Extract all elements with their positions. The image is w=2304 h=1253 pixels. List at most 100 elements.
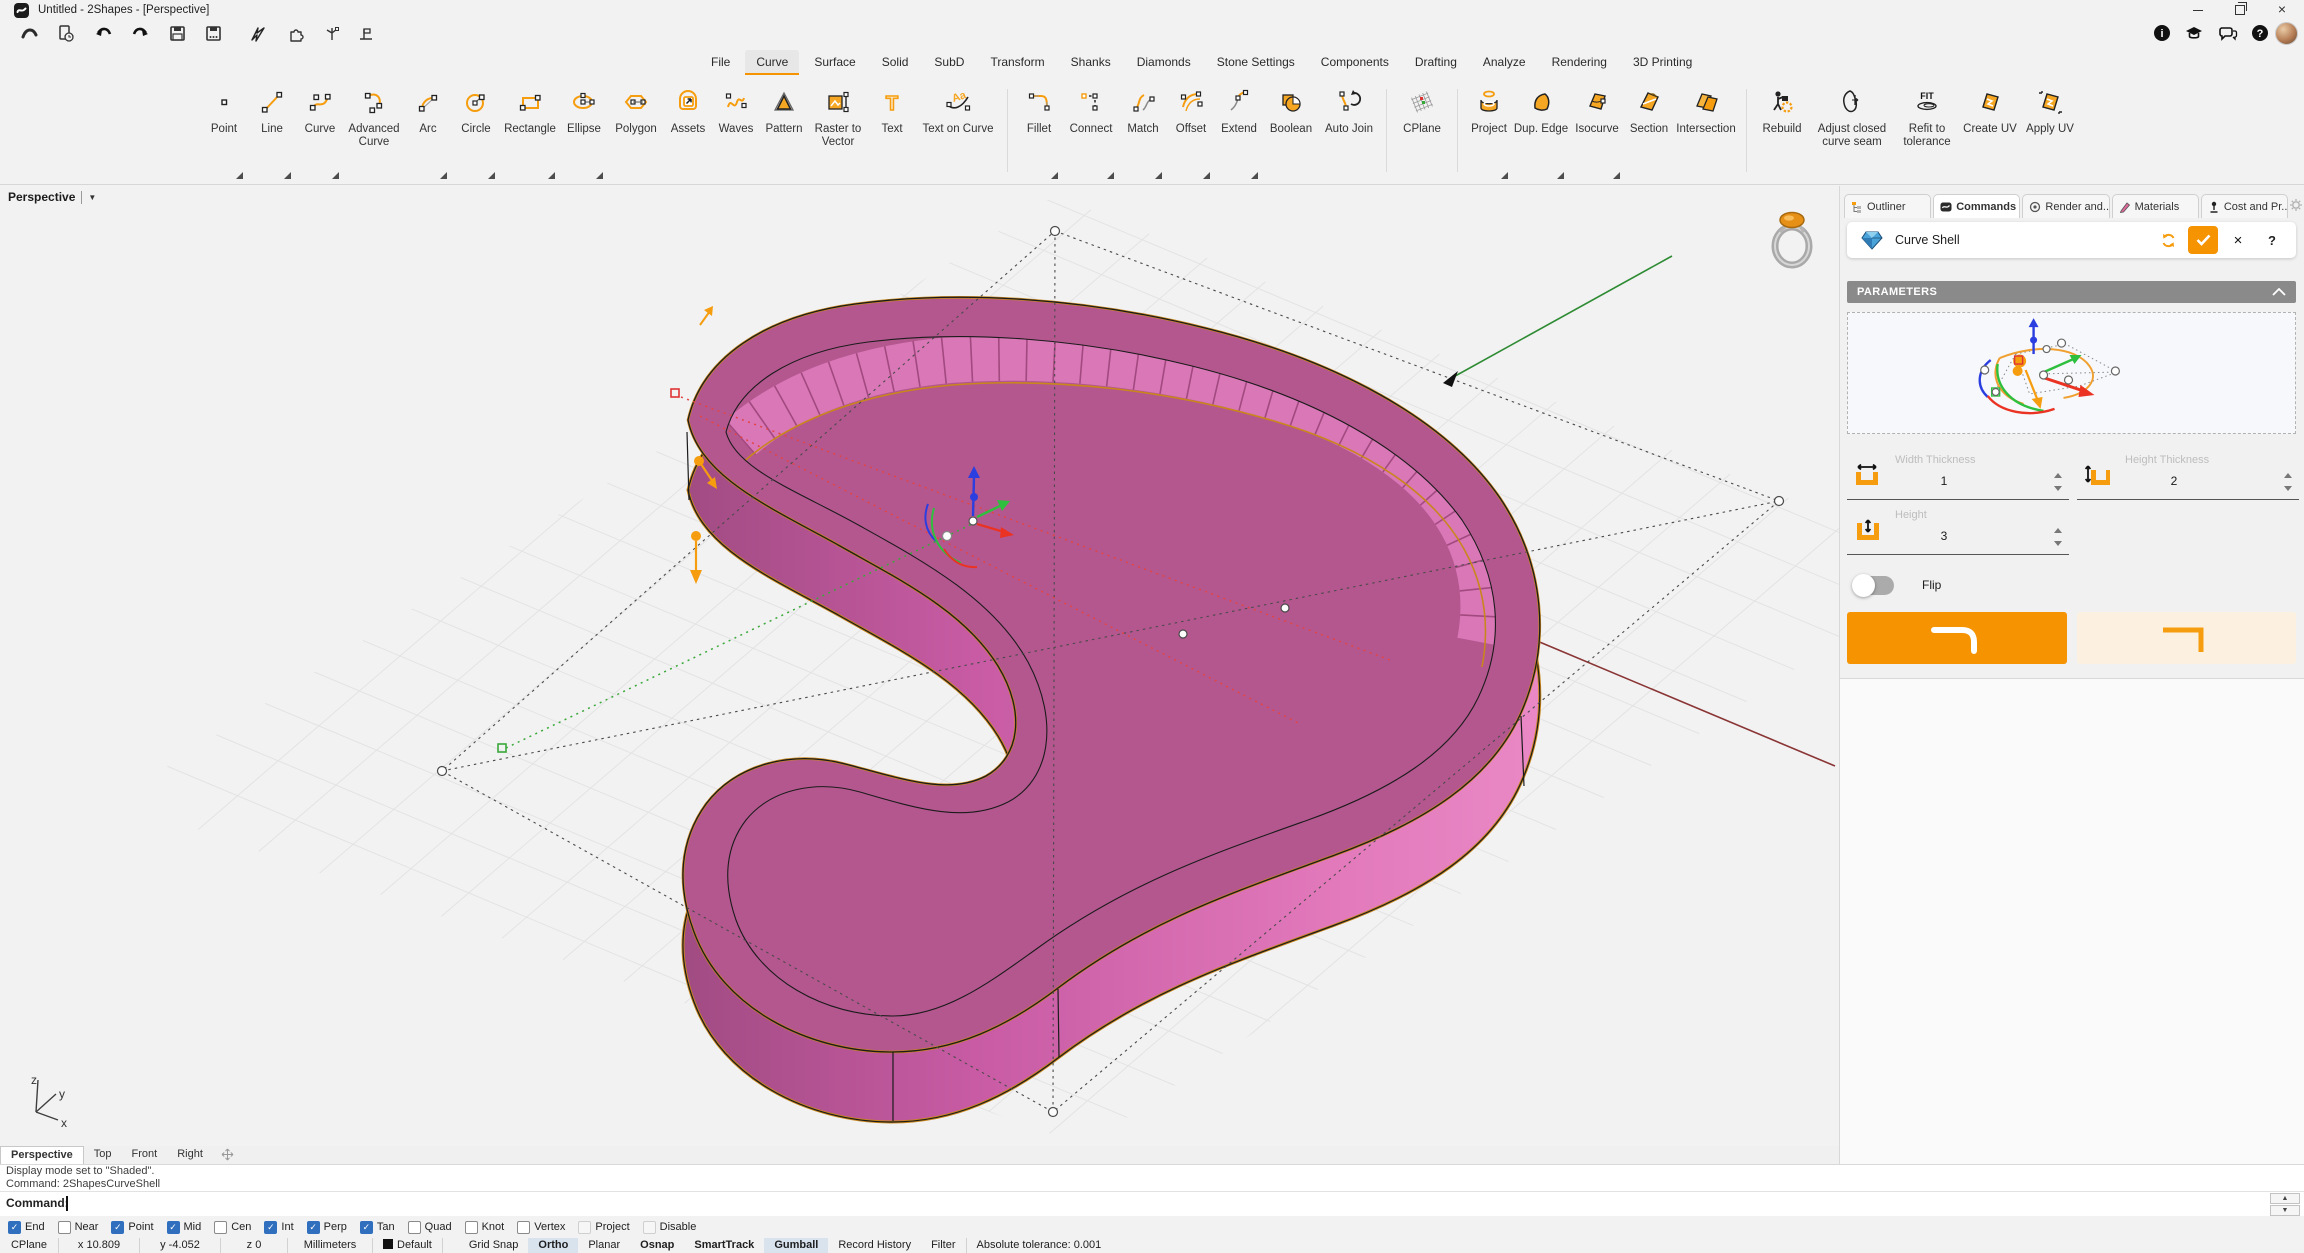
osnap-vertex-checkbox[interactable]: Vertex: [517, 1221, 565, 1234]
height-thickness-field[interactable]: Height Thickness 2: [2077, 454, 2299, 500]
flag-icon[interactable]: [356, 24, 376, 44]
cancel-button[interactable]: ×: [2224, 227, 2252, 253]
status-record-history[interactable]: Record History: [828, 1238, 921, 1253]
info-icon[interactable]: i: [2152, 23, 2172, 43]
chat-icon[interactable]: [2218, 23, 2238, 43]
command-history[interactable]: Display mode set to "Shaded". Command: 2…: [0, 1164, 2304, 1192]
command-help-button[interactable]: ?: [2258, 227, 2286, 253]
ribbon-button-advanced-curve[interactable]: Advanced Curve: [344, 77, 404, 184]
ribbon-button-arc[interactable]: Arc: [404, 77, 452, 184]
ribbon-button-boolean[interactable]: Boolean: [1263, 77, 1319, 184]
osnap-point-checkbox[interactable]: ✓Point: [111, 1221, 153, 1234]
tab-transform[interactable]: Transform: [979, 50, 1055, 75]
status-layer[interactable]: Default: [373, 1238, 443, 1253]
osnap-knot-checkbox[interactable]: Knot: [465, 1221, 505, 1234]
panel-settings-gear-icon[interactable]: [2289, 198, 2303, 212]
ribbon-button-text[interactable]: TText: [868, 77, 916, 184]
panel-tab-outliner[interactable]: Outliner: [1844, 194, 1931, 218]
ribbon-button-apply-uv[interactable]: Apply UV: [2020, 77, 2080, 184]
branch-icon[interactable]: [322, 24, 342, 44]
ribbon-button-connect[interactable]: Connect: [1063, 77, 1119, 184]
chevron-down-icon[interactable]: ▼: [88, 193, 96, 202]
sketch-icon[interactable]: [248, 24, 268, 44]
restore-button[interactable]: [2226, 2, 2254, 18]
tab-drafting[interactable]: Drafting: [1404, 50, 1468, 75]
panel-tab-materials[interactable]: Materials: [2112, 194, 2199, 218]
panel-tab-commands[interactable]: Commands: [1933, 194, 2020, 218]
osnap-disable-checkbox[interactable]: Disable: [643, 1221, 697, 1234]
ribbon-button-fillet[interactable]: Fillet: [1015, 77, 1063, 184]
ribbon-button-offset[interactable]: Offset: [1167, 77, 1215, 184]
ribbon-button-create-uv[interactable]: Create UV: [1960, 77, 2020, 184]
tab-file[interactable]: File: [700, 50, 741, 75]
tab-components[interactable]: Components: [1310, 50, 1400, 75]
ribbon-button-point[interactable]: Point: [200, 77, 248, 184]
ribbon-button-match[interactable]: Match: [1119, 77, 1167, 184]
ribbon-button-waves[interactable]: Waves: [712, 77, 760, 184]
minimize-button[interactable]: [2184, 2, 2212, 18]
height-thickness-value[interactable]: 2: [2077, 474, 2271, 488]
pan-views-icon[interactable]: [213, 1146, 242, 1164]
undo-icon[interactable]: [94, 24, 114, 44]
ribbon-button-text-on-curve[interactable]: AaText on Curve: [916, 77, 1000, 184]
osnap-near-checkbox[interactable]: Near: [58, 1221, 99, 1234]
osnap-int-checkbox[interactable]: ✓Int: [264, 1221, 293, 1234]
ribbon-button-refit-to-tolerance[interactable]: FITRefit to tolerance: [1894, 77, 1960, 184]
height-value[interactable]: 3: [1847, 529, 2041, 543]
height-field[interactable]: Height 3: [1847, 509, 2069, 555]
sharp-corner-button[interactable]: [2077, 612, 2297, 664]
help-icon[interactable]: ?: [2250, 23, 2270, 43]
save-icon[interactable]: [168, 24, 188, 44]
osnap-cen-checkbox[interactable]: Cen: [214, 1221, 251, 1234]
osnap-quad-checkbox[interactable]: Quad: [408, 1221, 452, 1234]
command-scrollbar[interactable]: ▲▼: [2270, 1193, 2300, 1215]
tab-stone-settings[interactable]: Stone Settings: [1206, 50, 1306, 75]
gumball-origin[interactable]: [969, 517, 977, 525]
confirm-button[interactable]: [2188, 226, 2218, 254]
view-tab-top[interactable]: Top: [84, 1146, 122, 1164]
status-grid-snap[interactable]: Grid Snap: [459, 1238, 529, 1253]
new-curve-icon[interactable]: [20, 24, 40, 44]
ribbon-button-raster-to-vector[interactable]: Raster to Vector: [808, 77, 868, 184]
ribbon-button-pattern[interactable]: Pattern: [760, 77, 808, 184]
status-units[interactable]: Millimeters: [288, 1238, 373, 1253]
redo-icon[interactable]: [130, 24, 150, 44]
tab-solid[interactable]: Solid: [871, 50, 920, 75]
ribbon-button-project[interactable]: Project: [1465, 77, 1513, 184]
tab-diamonds[interactable]: Diamonds: [1126, 50, 1202, 75]
panel-tab-render[interactable]: Render and...: [2022, 194, 2109, 218]
width-thickness-field[interactable]: Width Thickness 1: [1847, 454, 2069, 500]
ribbon-button-extend[interactable]: Extend: [1215, 77, 1263, 184]
view-tab-perspective[interactable]: Perspective: [0, 1146, 84, 1164]
rounded-corner-button[interactable]: [1847, 612, 2067, 664]
ribbon-button-polygon[interactable]: Polygon: [608, 77, 664, 184]
plugin-icon[interactable]: [286, 24, 306, 44]
viewport-perspective[interactable]: Perspective ▼ z y x: [0, 186, 1839, 1146]
tab-rendering[interactable]: Rendering: [1541, 50, 1618, 75]
status-planar[interactable]: Planar: [578, 1238, 630, 1253]
ribbon-button-dup-edge[interactable]: Dup. Edge: [1513, 77, 1569, 184]
flip-toggle[interactable]: [1854, 576, 1894, 595]
command-prompt-row[interactable]: Command: ▲▼: [0, 1191, 2304, 1218]
status-cplane[interactable]: CPlane: [0, 1238, 59, 1253]
ribbon-button-intersection[interactable]: Intersection: [1673, 77, 1739, 184]
tab-surface[interactable]: Surface: [803, 50, 866, 75]
ribbon-button-adjust-closed-curve-seam[interactable]: Adjust closed curve seam: [1810, 77, 1894, 184]
osnap-project-checkbox[interactable]: Project: [578, 1221, 629, 1234]
refresh-preview-button[interactable]: [2154, 227, 2182, 253]
panel-tab-cost[interactable]: Cost and Pr...: [2201, 194, 2288, 218]
status-smarttrack[interactable]: SmartTrack: [684, 1238, 764, 1253]
ribbon-button-rectangle[interactable]: Rectangle: [500, 77, 560, 184]
ring-view-widget[interactable]: [1762, 206, 1822, 274]
osnap-end-checkbox[interactable]: ✓End: [8, 1221, 45, 1234]
ribbon-button-curve[interactable]: Curve: [296, 77, 344, 184]
learn-icon[interactable]: [2184, 23, 2204, 43]
open-template-icon[interactable]: [56, 24, 76, 44]
tab-subd[interactable]: SubD: [923, 50, 975, 75]
viewport-3d-canvas[interactable]: [0, 186, 1839, 1146]
ribbon-button-section[interactable]: Section: [1625, 77, 1673, 184]
tab-3d-printing[interactable]: 3D Printing: [1622, 50, 1703, 75]
ribbon-button-cplane[interactable]: CPlane: [1394, 77, 1450, 184]
ribbon-button-auto-join[interactable]: Auto Join: [1319, 77, 1379, 184]
height-stepper[interactable]: [2054, 527, 2063, 547]
